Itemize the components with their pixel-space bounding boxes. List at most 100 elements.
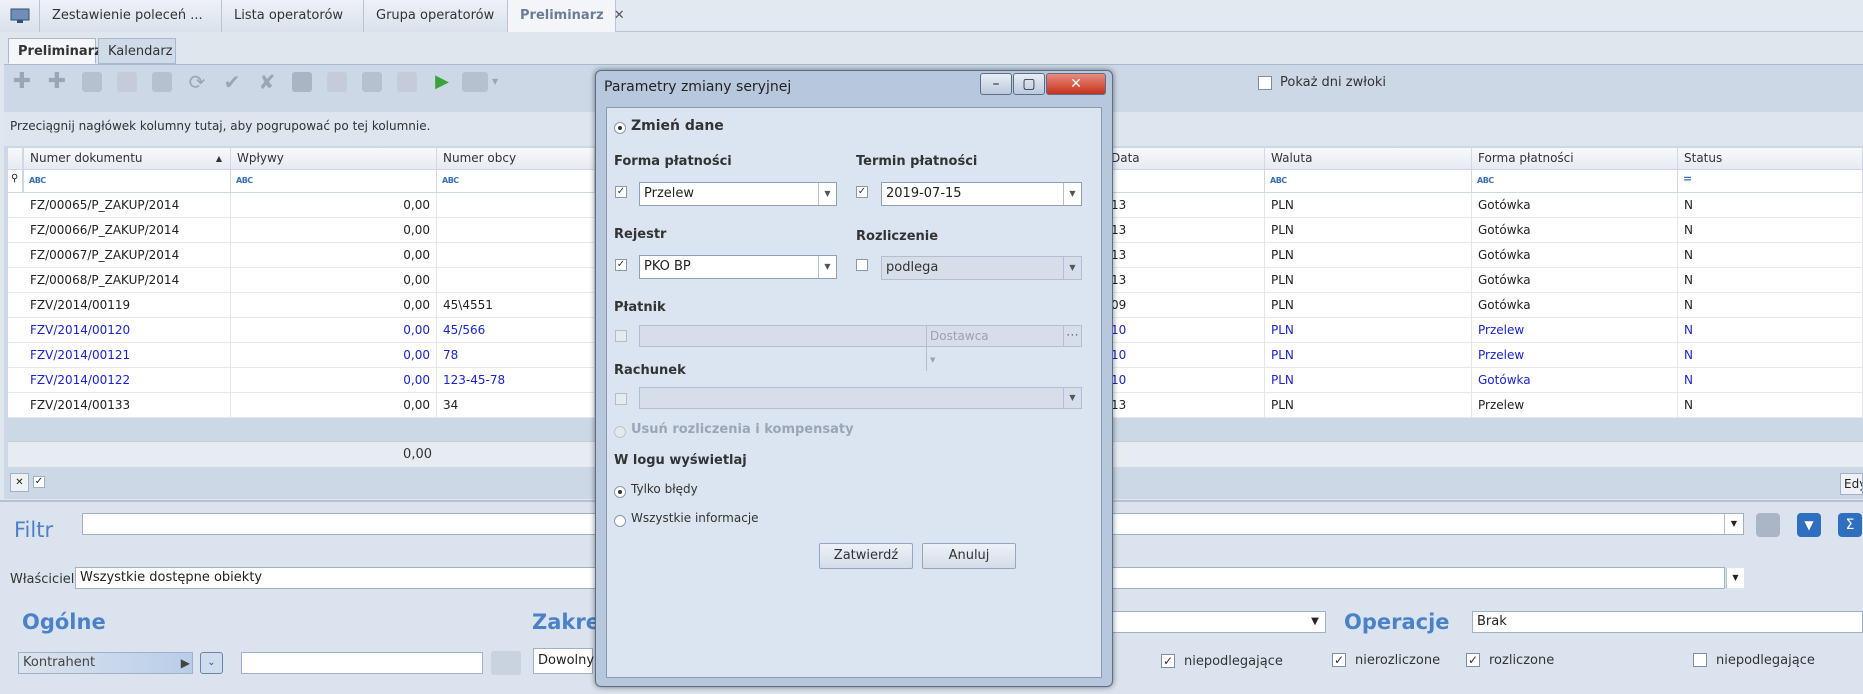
card-icon[interactable]: [397, 72, 417, 92]
minimize-icon[interactable]: –: [980, 73, 1012, 95]
chevron-down-icon[interactable]: ▼: [1724, 514, 1743, 534]
tab-preliminarz[interactable]: Preliminarz ✕: [508, 0, 625, 32]
text-filter-icon: ABC: [442, 176, 459, 185]
cell-doc: FZ/00065/P_ZAKUP/2014: [24, 193, 231, 218]
cell-date: 13: [1105, 393, 1265, 418]
document-list-icon[interactable]: [362, 72, 382, 92]
col-inflows[interactable]: Wpływy: [231, 148, 437, 169]
clear-filter-icon[interactable]: ✕: [10, 473, 29, 492]
edit-filter-button[interactable]: Edy: [1840, 473, 1863, 495]
rozliczone-checkbox[interactable]: ✓: [1466, 653, 1480, 667]
range-combo[interactable]: [1106, 611, 1326, 633]
chevron-down-icon: ▼: [930, 356, 936, 364]
sum-icon[interactable]: Σ: [1838, 513, 1862, 537]
footer-total: 0,00: [403, 447, 432, 462]
section-operations: Operacje: [1344, 610, 1450, 634]
log-label: W logu wyświetlaj: [614, 453, 747, 468]
tab-lista-operatorow[interactable]: Lista operatorów: [222, 0, 364, 32]
payment-form-select[interactable]: Przelew ▼: [639, 182, 837, 206]
tab-grupa-operatorow[interactable]: Grupa operatorów: [364, 0, 508, 32]
payment-form-label: Forma płatności: [614, 154, 732, 169]
cell-payment: Gotówka: [1472, 368, 1678, 393]
eraser-icon[interactable]: [491, 651, 521, 675]
confirm-button[interactable]: Zatwierdź: [819, 543, 913, 569]
add-icon[interactable]: ✚: [12, 71, 32, 93]
close-icon[interactable]: ✕: [1046, 73, 1106, 95]
refresh-icon[interactable]: ⟳: [187, 72, 207, 92]
filter-cell-status[interactable]: =: [1678, 170, 1863, 192]
cell-foreign: [437, 193, 595, 218]
play-icon: ▶: [180, 656, 190, 670]
document-edit-icon[interactable]: [327, 72, 347, 92]
expand-down-icon[interactable]: ⌄: [200, 652, 223, 674]
chevron-down-icon[interactable]: ▼: [1726, 568, 1744, 588]
monitor-icon[interactable]: [0, 0, 40, 32]
payer-checkbox[interactable]: [615, 330, 627, 342]
only-errors-radio[interactable]: [614, 486, 626, 498]
payment-form-checkbox[interactable]: ✓: [615, 186, 627, 198]
maximize-icon[interactable]: ▢: [1013, 73, 1045, 95]
filter-cell-foreign[interactable]: ABC: [437, 170, 595, 192]
range-select[interactable]: Dowolny: [533, 648, 594, 674]
nierozliczone-label: nierozliczone: [1355, 653, 1441, 668]
filter-cell-doc[interactable]: ABC: [24, 170, 231, 192]
wrench-icon[interactable]: [82, 72, 102, 92]
all-info-radio[interactable]: [614, 515, 626, 527]
filter-cell-payment[interactable]: ABC: [1472, 170, 1678, 192]
add-icon[interactable]: ✚: [47, 71, 67, 93]
subtab-preliminarz[interactable]: Preliminarz: [8, 38, 102, 64]
account-select[interactable]: ▼: [639, 387, 1082, 409]
col-payment-form[interactable]: Forma płatności: [1472, 148, 1678, 169]
document-icon[interactable]: [117, 72, 137, 92]
export-icon[interactable]: [152, 72, 172, 92]
operations-select[interactable]: Brak: [1472, 611, 1863, 633]
chevron-down-icon[interactable]: ▼: [492, 72, 502, 92]
all-info-label: Wszystkie informacje: [631, 511, 759, 525]
filter-cell-inflow[interactable]: ABC: [231, 170, 437, 192]
col-currency[interactable]: Waluta: [1265, 148, 1472, 169]
cell-currency: PLN: [1265, 293, 1472, 318]
funnel-icon[interactable]: ▼: [1797, 513, 1821, 537]
filter-enabled-checkbox[interactable]: ✓: [33, 476, 45, 488]
remove-settlements-radio[interactable]: [614, 426, 626, 438]
chevron-down-icon[interactable]: ▼: [1306, 612, 1324, 632]
settlement-checkbox[interactable]: [856, 259, 868, 271]
play-icon[interactable]: ▶: [432, 72, 452, 92]
pin-icon[interactable]: ⚲: [8, 170, 23, 192]
col-doc-number[interactable]: Numer dokumentu ▲: [24, 148, 231, 169]
register-checkbox[interactable]: ✓: [615, 259, 627, 271]
niepodlegajace-checkbox[interactable]: ✓: [1161, 654, 1175, 668]
contractor-input[interactable]: [241, 652, 483, 674]
cell-doc: FZ/00068/P_ZAKUP/2014: [24, 268, 231, 293]
gear-icon[interactable]: [1756, 513, 1780, 537]
payer-input[interactable]: Dostawca ▼ ⋯: [639, 325, 1082, 371]
col-date[interactable]: Data: [1105, 148, 1265, 169]
settlement-value: podlega: [886, 260, 939, 275]
contractor-button[interactable]: Kontrahent ▶: [18, 652, 193, 674]
payment-term-date[interactable]: 2019-07-15 ▼: [881, 182, 1082, 206]
filter-cell-date[interactable]: [1105, 170, 1265, 192]
register-select[interactable]: PKO BP ▼: [639, 255, 837, 279]
show-delay-checkbox[interactable]: [1258, 76, 1272, 90]
payer-type-select[interactable]: Dostawca ▼: [926, 325, 996, 371]
col-foreign-number[interactable]: Numer obcy: [437, 148, 595, 169]
niepodlegajace2-checkbox[interactable]: [1693, 653, 1707, 667]
change-data-radio[interactable]: [614, 122, 626, 134]
print-icon[interactable]: [462, 72, 488, 92]
book-icon[interactable]: [292, 72, 312, 92]
payment-term-checkbox[interactable]: ✓: [856, 186, 868, 198]
more-icon[interactable]: ⋯: [1063, 325, 1081, 347]
nierozliczone-checkbox[interactable]: ✓: [1332, 653, 1346, 667]
account-checkbox[interactable]: [615, 393, 627, 405]
cancel-button[interactable]: Anuluj: [922, 543, 1016, 569]
uncheck-icon[interactable]: ✘: [257, 72, 277, 92]
tab-zestawienie[interactable]: Zestawienie poleceń ...: [40, 0, 222, 32]
check-icon[interactable]: ✔: [222, 72, 242, 92]
subtab-kalendarz[interactable]: Kalendarz: [98, 38, 176, 64]
filter-cell-currency[interactable]: ABC: [1265, 170, 1472, 192]
cell-inflow: 0,00: [231, 193, 437, 218]
cell-doc: FZV/2014/00122: [24, 368, 231, 393]
col-status[interactable]: Status: [1678, 148, 1863, 169]
settlement-select[interactable]: podlega ▼: [881, 256, 1082, 280]
close-icon[interactable]: ✕: [614, 8, 625, 23]
